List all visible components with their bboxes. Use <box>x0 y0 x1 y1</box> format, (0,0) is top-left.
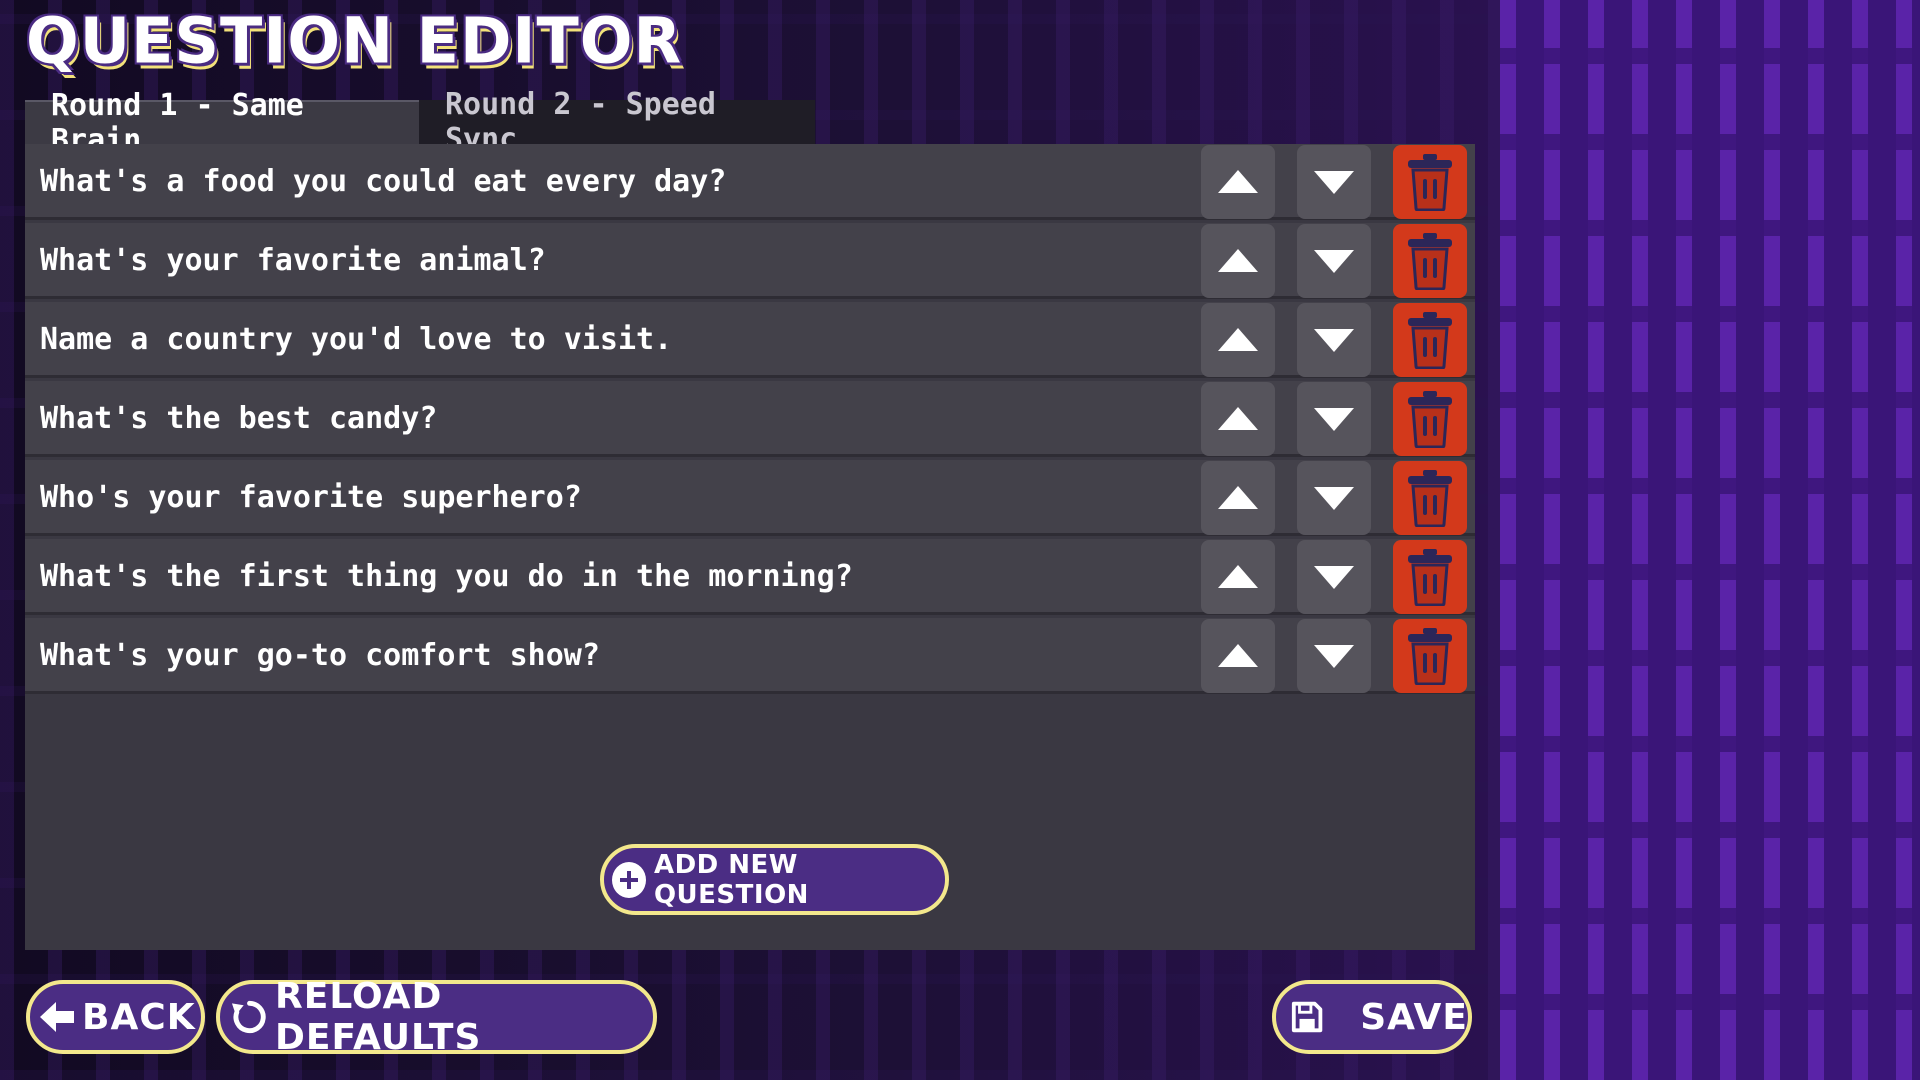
move-up-button[interactable] <box>1201 224 1275 298</box>
delete-button[interactable] <box>1393 224 1467 298</box>
triangle-up-icon <box>1218 565 1258 588</box>
reload-defaults-label: RELOAD DEFAULTS <box>275 976 482 1058</box>
arrow-left-icon <box>40 1002 74 1032</box>
round-tabs: Round 1 - Same Brain Round 2 - Speed Syn… <box>25 87 815 158</box>
add-new-question-label: ADD NEW QUESTION <box>653 849 809 910</box>
trash-icon <box>1408 312 1452 369</box>
trash-icon <box>1408 233 1452 290</box>
floppy-disk-icon <box>1291 1001 1323 1033</box>
question-row: What's a food you could eat every day? <box>25 144 1475 220</box>
tab-round-1[interactable]: Round 1 - Same Brain <box>25 88 419 158</box>
save-button[interactable]: SAVE <box>1272 980 1472 1054</box>
question-text: What's the first thing you do in the mor… <box>40 559 853 594</box>
move-up-button[interactable] <box>1201 303 1275 377</box>
trash-icon <box>1408 391 1452 448</box>
page-title: QUESTION EDITOR <box>26 3 683 78</box>
move-down-button[interactable] <box>1297 145 1371 219</box>
question-list-panel: What's a food you could eat every day? W… <box>25 144 1475 950</box>
move-down-button[interactable] <box>1297 461 1371 535</box>
trash-icon <box>1408 549 1452 606</box>
reload-icon <box>231 1000 266 1034</box>
question-row: What's the best candy? <box>25 381 1475 457</box>
back-label: BACK <box>82 996 196 1038</box>
question-text: What's your favorite animal? <box>40 243 546 278</box>
question-text: What's a food you could eat every day? <box>40 164 727 199</box>
question-text: Name a country you'd love to visit. <box>40 322 673 357</box>
question-text: What's the best candy? <box>40 401 438 436</box>
save-label: SAVE <box>1360 996 1468 1038</box>
background-maze-side <box>1500 0 1920 1080</box>
question-row: What's your go-to comfort show? <box>25 618 1475 694</box>
triangle-up-icon <box>1218 170 1258 193</box>
delete-button[interactable] <box>1393 382 1467 456</box>
triangle-down-icon <box>1314 408 1354 431</box>
move-down-button[interactable] <box>1297 540 1371 614</box>
tab-round-2[interactable]: Round 2 - Speed Sync <box>419 87 815 157</box>
question-row: What's the first thing you do in the mor… <box>25 539 1475 615</box>
triangle-down-icon <box>1314 645 1354 668</box>
move-down-button[interactable] <box>1297 303 1371 377</box>
question-row: Name a country you'd love to visit. <box>25 302 1475 378</box>
move-down-button[interactable] <box>1297 382 1371 456</box>
back-button[interactable]: BACK <box>26 980 205 1054</box>
move-up-button[interactable] <box>1201 145 1275 219</box>
triangle-down-icon <box>1314 487 1354 510</box>
trash-icon <box>1408 154 1452 211</box>
delete-button[interactable] <box>1393 145 1467 219</box>
move-up-button[interactable] <box>1201 382 1275 456</box>
triangle-down-icon <box>1314 329 1354 352</box>
delete-button[interactable] <box>1393 540 1467 614</box>
move-up-button[interactable] <box>1201 461 1275 535</box>
triangle-up-icon <box>1218 328 1258 351</box>
trash-icon <box>1408 470 1452 527</box>
triangle-up-icon <box>1218 644 1258 667</box>
move-up-button[interactable] <box>1201 540 1275 614</box>
trash-icon <box>1408 628 1452 685</box>
triangle-up-icon <box>1218 486 1258 509</box>
delete-button[interactable] <box>1393 619 1467 693</box>
plus-circle-icon <box>612 861 646 898</box>
triangle-up-icon <box>1218 249 1258 272</box>
move-up-button[interactable] <box>1201 619 1275 693</box>
question-row: Who's your favorite superhero? <box>25 460 1475 536</box>
add-new-question-button[interactable]: ADD NEW QUESTION <box>600 844 949 915</box>
triangle-up-icon <box>1218 407 1258 430</box>
move-down-button[interactable] <box>1297 619 1371 693</box>
move-down-button[interactable] <box>1297 224 1371 298</box>
triangle-down-icon <box>1314 171 1354 194</box>
delete-button[interactable] <box>1393 461 1467 535</box>
triangle-down-icon <box>1314 566 1354 589</box>
triangle-down-icon <box>1314 250 1354 273</box>
delete-button[interactable] <box>1393 303 1467 377</box>
question-text: What's your go-to comfort show? <box>40 638 600 673</box>
reload-defaults-button[interactable]: RELOAD DEFAULTS <box>216 976 657 1058</box>
question-row: What's your favorite animal? <box>25 223 1475 299</box>
question-text: Who's your favorite superhero? <box>40 480 582 515</box>
